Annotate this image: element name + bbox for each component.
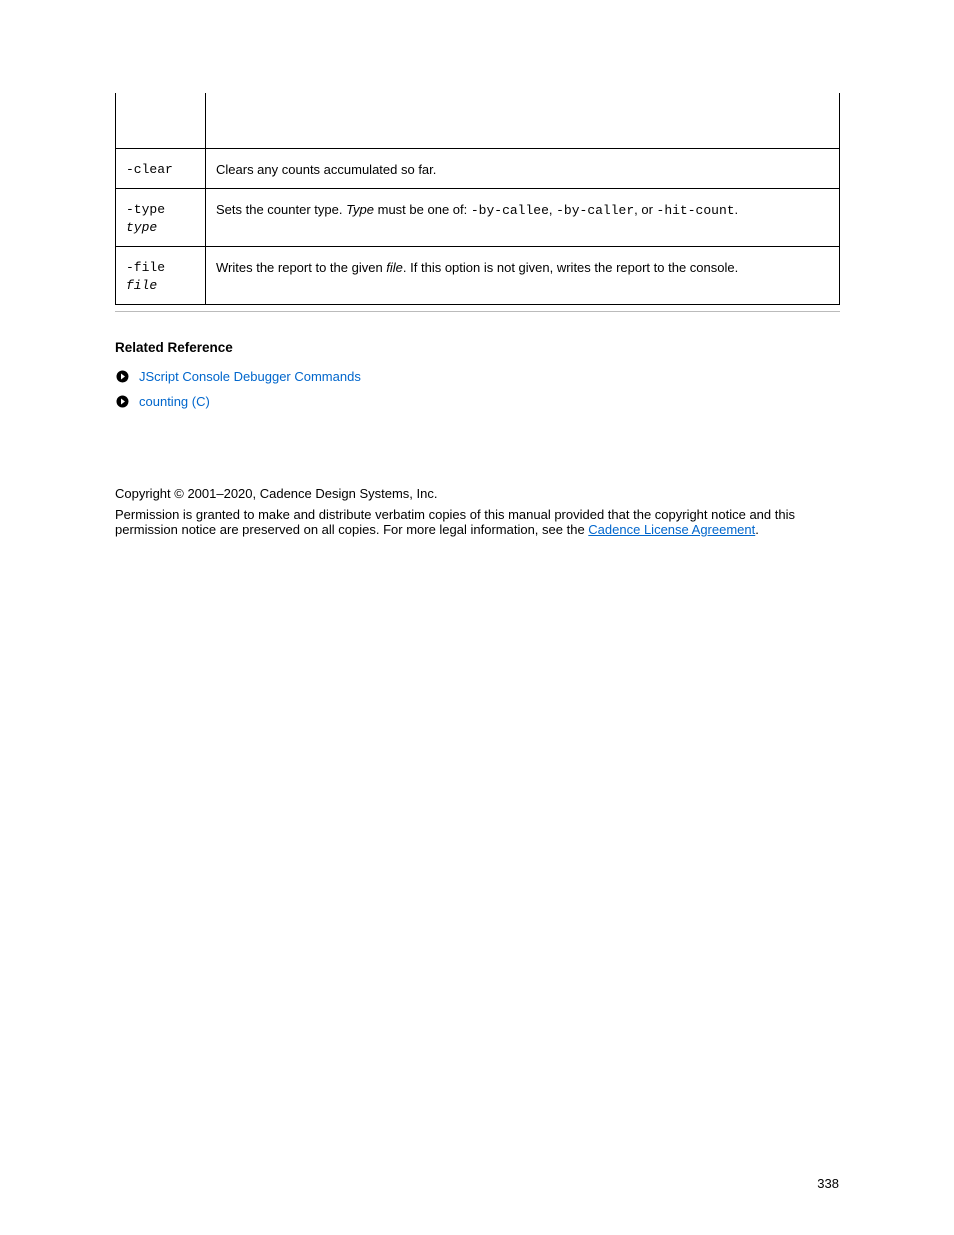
related-link[interactable]: counting (C) [139, 394, 210, 409]
option-cell: -clear [116, 148, 206, 189]
options-table: -clearClears any counts accumulated so f… [115, 93, 840, 305]
description-cell: Clears any counts accumulated so far. [206, 148, 840, 189]
related-link[interactable]: JScript Console Debugger Commands [139, 369, 361, 384]
arrow-right-icon [115, 395, 129, 409]
description-cell: Sets the counter type. Type must be one … [206, 189, 840, 247]
table-row: -file fileWrites the report to the given… [116, 247, 840, 305]
related-reference-section: Related Reference JScript Console Debugg… [115, 340, 840, 409]
related-heading: Related Reference [115, 340, 840, 355]
table-row: -clearClears any counts accumulated so f… [116, 148, 840, 189]
page-number: 338 [817, 1176, 839, 1191]
related-link-item: JScript Console Debugger Commands [115, 369, 840, 384]
option-cell [116, 93, 206, 148]
copyright-text: Copyright © 2001–2020, Cadence Design Sy… [115, 486, 840, 501]
page-footer: Copyright © 2001–2020, Cadence Design Sy… [115, 486, 840, 537]
related-link-item: counting (C) [115, 394, 840, 409]
arrow-right-icon [115, 370, 129, 384]
permission-text: Permission is granted to make and distri… [115, 507, 840, 537]
option-cell: -type type [116, 189, 206, 247]
description-cell [206, 93, 840, 148]
table-row [116, 93, 840, 148]
permission-suffix: . [755, 522, 759, 537]
license-link[interactable]: Cadence License Agreement [588, 522, 755, 537]
table-row: -type typeSets the counter type. Type mu… [116, 189, 840, 247]
description-cell: Writes the report to the given file. If … [206, 247, 840, 305]
option-cell: -file file [116, 247, 206, 305]
section-divider [115, 311, 840, 312]
